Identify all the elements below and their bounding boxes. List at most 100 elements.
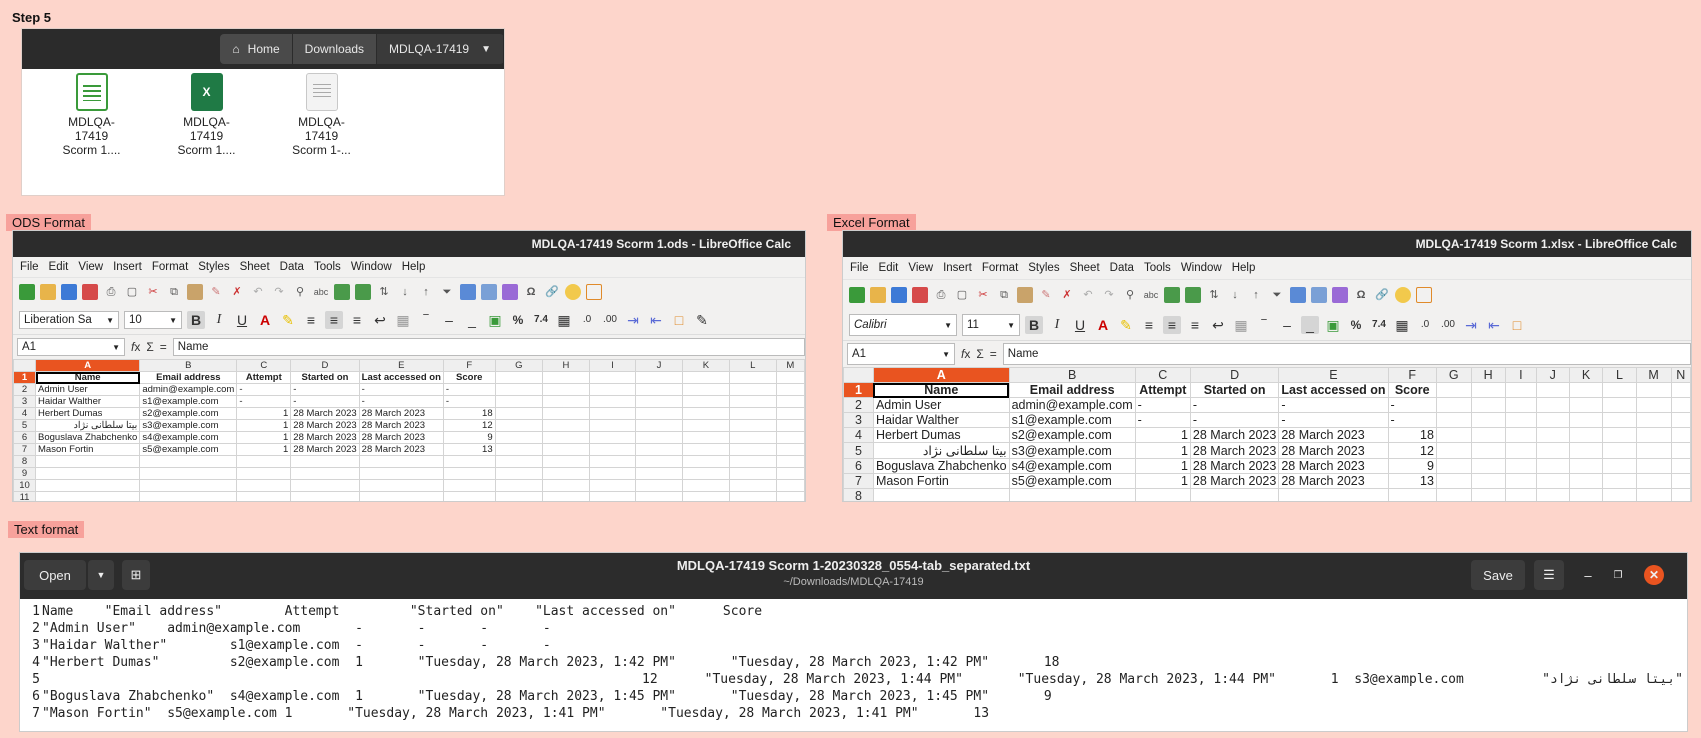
cell[interactable]: 9: [1387, 458, 1437, 474]
borders-icon[interactable]: □: [670, 311, 688, 329]
pivot-table-icon[interactable]: [502, 284, 518, 300]
cell[interactable]: -: [290, 395, 360, 408]
cell[interactable]: [728, 467, 777, 480]
cell[interactable]: [728, 455, 777, 468]
cell[interactable]: [775, 479, 805, 492]
cell[interactable]: [1635, 412, 1672, 428]
cell[interactable]: -: [1189, 412, 1280, 428]
cell[interactable]: [494, 467, 543, 480]
cell[interactable]: [358, 479, 444, 492]
headers-footers-icon[interactable]: [586, 284, 602, 300]
cell[interactable]: 1: [236, 407, 292, 420]
cell[interactable]: 12: [1387, 442, 1437, 459]
save-icon[interactable]: [891, 287, 907, 303]
name-box[interactable]: A1 ▼: [17, 338, 125, 356]
increase-indent-icon[interactable]: ⇥: [624, 311, 642, 329]
column-header[interactable]: G: [1435, 367, 1472, 383]
cell[interactable]: s2@example.com: [139, 407, 238, 420]
cell[interactable]: [1535, 397, 1570, 413]
cell[interactable]: 1: [1134, 473, 1191, 489]
cell[interactable]: Herbert Dumas: [35, 407, 141, 420]
cell[interactable]: [1435, 473, 1472, 489]
chevron-down-icon[interactable]: ▼: [481, 44, 491, 55]
cell[interactable]: [358, 467, 444, 480]
cell[interactable]: -: [1134, 397, 1191, 413]
align-bottom-icon[interactable]: _: [463, 311, 481, 329]
cell[interactable]: [494, 407, 543, 420]
cell[interactable]: [1470, 412, 1506, 428]
align-left-icon[interactable]: ≡: [302, 311, 320, 329]
export-pdf-icon[interactable]: [912, 287, 928, 303]
cell[interactable]: s5@example.com: [139, 443, 238, 456]
align-right-icon[interactable]: ≡: [1186, 316, 1204, 334]
print-icon[interactable]: ⎙: [933, 287, 949, 303]
cell[interactable]: 13: [442, 443, 496, 456]
select-all-corner[interactable]: [13, 359, 37, 372]
date-format-icon[interactable]: ▦: [555, 311, 573, 329]
font-color-icon[interactable]: A: [256, 311, 274, 329]
cell[interactable]: [1568, 427, 1604, 443]
print-preview-icon[interactable]: ▢: [954, 287, 970, 303]
cell[interactable]: Boguslava Zhabchenko: [872, 458, 1010, 474]
row-header[interactable]: 5: [13, 419, 37, 432]
borders-icon[interactable]: □: [1508, 316, 1526, 334]
cell[interactable]: [775, 431, 805, 444]
cell[interactable]: [589, 371, 637, 384]
align-top-icon[interactable]: ‾: [1255, 316, 1273, 334]
number-format-icon[interactable]: 7.4: [532, 311, 550, 329]
menu-item[interactable]: Styles: [1023, 262, 1064, 274]
column-header[interactable]: H: [1470, 367, 1506, 383]
cell[interactable]: Last accessed on: [1278, 382, 1389, 398]
cell[interactable]: [1635, 473, 1672, 489]
cell[interactable]: [494, 479, 543, 492]
cell[interactable]: [494, 431, 543, 444]
clone-formatting-icon[interactable]: ✎: [208, 284, 224, 300]
cell[interactable]: [494, 491, 543, 501]
undo-icon[interactable]: ↶: [1080, 287, 1096, 303]
column-header[interactable]: I: [589, 359, 637, 372]
cell[interactable]: [1008, 488, 1136, 501]
menu-item[interactable]: Tools: [1139, 262, 1176, 274]
merge-cells-icon[interactable]: ▦: [1232, 316, 1250, 334]
cell[interactable]: [1635, 458, 1672, 474]
headers-footers-icon[interactable]: [1416, 287, 1432, 303]
image-icon[interactable]: [460, 284, 476, 300]
column-header[interactable]: I: [1504, 367, 1537, 383]
column-header[interactable]: J: [635, 359, 683, 372]
menu-item[interactable]: Data: [1105, 262, 1139, 274]
highlight-color-icon[interactable]: ✎: [279, 311, 297, 329]
cell[interactable]: [1670, 412, 1691, 428]
row-header[interactable]: 6: [843, 458, 874, 474]
cell[interactable]: 28 March 2023: [358, 419, 444, 432]
cell[interactable]: [589, 443, 637, 456]
new-icon[interactable]: [849, 287, 865, 303]
cell[interactable]: [290, 491, 360, 501]
cell[interactable]: 28 March 2023: [1189, 473, 1280, 489]
menu-item[interactable]: Styles: [193, 261, 234, 273]
underline-button[interactable]: U: [1071, 316, 1089, 334]
cell[interactable]: [1670, 397, 1691, 413]
cell[interactable]: [1504, 458, 1537, 474]
cell[interactable]: [1435, 412, 1472, 428]
cell[interactable]: -: [1278, 397, 1389, 413]
close-button[interactable]: ✕: [1644, 565, 1664, 585]
cell[interactable]: [1470, 382, 1506, 398]
sort-descending-icon[interactable]: ↑: [1248, 287, 1264, 303]
redo-icon[interactable]: ↷: [271, 284, 287, 300]
cell[interactable]: [1535, 427, 1570, 443]
cell[interactable]: [589, 431, 637, 444]
font-size-box[interactable]: 10 ▼: [124, 311, 182, 329]
cell[interactable]: Name: [872, 382, 1010, 398]
file-item-txt[interactable]: MDLQA-17419 Scorm 1-...: [264, 73, 379, 157]
cell[interactable]: [1670, 473, 1691, 489]
breadcrumb-downloads[interactable]: Downloads: [292, 34, 378, 64]
comment-icon[interactable]: [1395, 287, 1411, 303]
cell[interactable]: Haidar Walther: [872, 412, 1010, 428]
align-right-icon[interactable]: ≡: [348, 311, 366, 329]
cell[interactable]: [589, 467, 637, 480]
cell[interactable]: [1504, 382, 1537, 398]
cell[interactable]: [1602, 412, 1637, 428]
cell[interactable]: [775, 407, 805, 420]
column-header[interactable]: A: [872, 367, 1010, 383]
cell[interactable]: [1635, 427, 1672, 443]
